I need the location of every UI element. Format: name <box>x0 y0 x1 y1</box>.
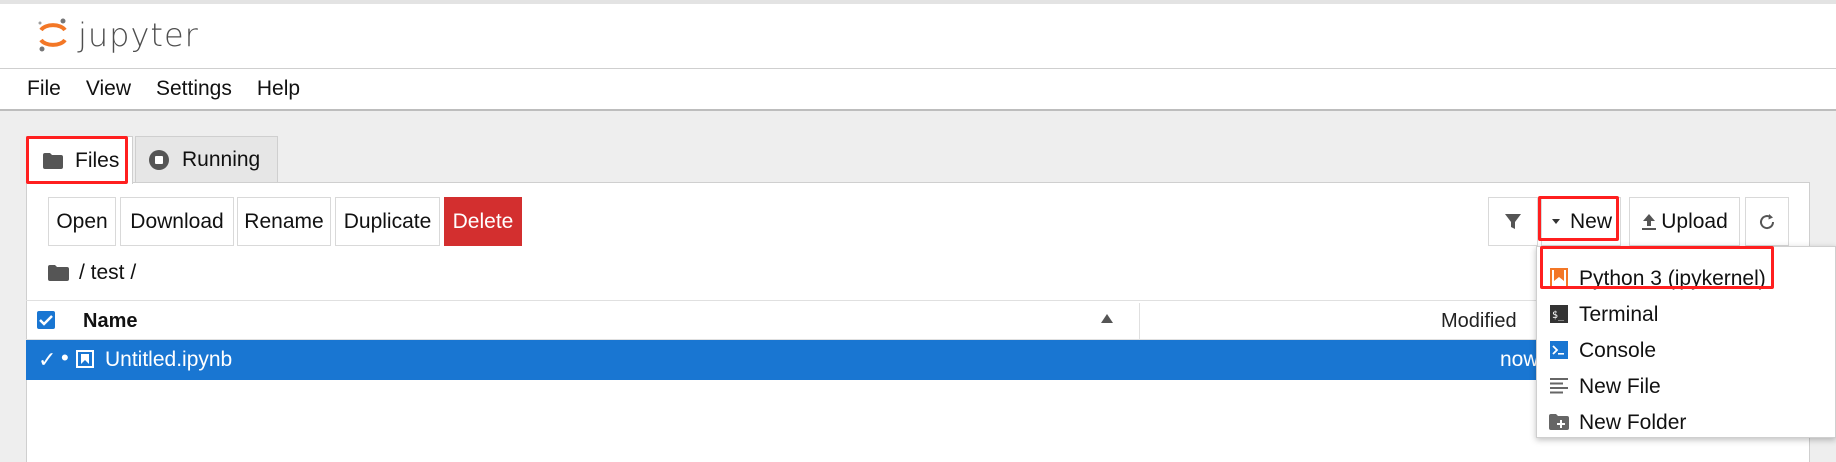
filter-icon <box>1505 213 1521 229</box>
menu-item-label: New Folder <box>1579 411 1687 434</box>
menu-item-label: Console <box>1579 339 1657 362</box>
file-name[interactable]: Untitled.ipynb <box>105 348 232 372</box>
tab-running[interactable]: Running <box>135 136 278 183</box>
column-divider[interactable] <box>1139 303 1140 339</box>
caret-down-icon <box>1551 218 1560 224</box>
breadcrumb: / test / <box>48 258 136 288</box>
running-dot-icon: • <box>61 345 69 370</box>
select-all-checkbox[interactable] <box>37 311 55 329</box>
new-folder-icon <box>1549 412 1569 432</box>
file-list-header: Name Modified <box>26 300 1536 340</box>
selected-check-icon[interactable]: ✓ <box>38 347 56 373</box>
file-modified: now <box>1500 348 1539 371</box>
svg-text:$_: $_ <box>1552 310 1565 321</box>
column-header-modified[interactable]: Modified <box>1441 310 1517 333</box>
filter-button[interactable] <box>1488 197 1538 246</box>
upload-icon <box>1642 213 1657 230</box>
new-button[interactable]: New <box>1541 197 1621 246</box>
top-header: jupyter <box>0 0 1836 68</box>
notebook-icon <box>1549 268 1569 288</box>
menu-item-label: Terminal <box>1579 303 1659 326</box>
breadcrumb-path[interactable]: / test / <box>79 261 136 285</box>
checkmark-icon <box>39 315 53 326</box>
menu-view[interactable]: View <box>86 77 131 101</box>
notebook-icon <box>76 350 94 373</box>
download-button[interactable]: Download <box>120 197 234 246</box>
menu-file[interactable]: File <box>27 77 61 101</box>
delete-button[interactable]: Delete <box>444 197 522 246</box>
upload-button-label: Upload <box>1661 209 1728 233</box>
menu-item-label: Python 3 (ipykernel) <box>1579 267 1766 290</box>
table-row[interactable]: ✓ • Untitled.ipynb now <box>26 340 1539 380</box>
folder-icon[interactable] <box>48 265 69 281</box>
stop-circle-icon <box>148 149 170 171</box>
tab-files-label: Files <box>75 148 120 172</box>
column-header-name[interactable]: Name <box>83 310 137 333</box>
menu-item-new-folder[interactable]: New Folder <box>1537 405 1836 441</box>
menubar: File View Settings Help <box>0 68 1836 111</box>
folder-icon <box>43 152 63 169</box>
menu-settings[interactable]: Settings <box>156 77 232 101</box>
terminal-icon: $_ <box>1549 304 1569 324</box>
menu-item-new-file[interactable]: New File <box>1537 369 1836 405</box>
upload-button[interactable]: Upload <box>1629 197 1740 246</box>
menu-item-label: New File <box>1579 375 1661 398</box>
refresh-button[interactable] <box>1745 197 1789 246</box>
logo-text: jupyter <box>78 16 199 54</box>
menu-item-terminal[interactable]: $_ Terminal <box>1537 297 1836 333</box>
duplicate-button[interactable]: Duplicate <box>335 197 440 246</box>
jupyter-logo-icon <box>38 18 67 52</box>
menu-help[interactable]: Help <box>257 77 300 101</box>
tab-files[interactable]: Files <box>26 136 133 184</box>
tab-running-label: Running <box>182 148 261 171</box>
sort-ascending-icon[interactable] <box>1101 314 1113 323</box>
refresh-icon <box>1760 213 1775 229</box>
new-button-label: New <box>1569 209 1612 233</box>
new-dropdown-menu: Python 3 (ipykernel) $_ Terminal Console… <box>1536 246 1836 438</box>
console-icon <box>1549 340 1569 360</box>
text-file-icon <box>1549 376 1569 396</box>
menu-item-console[interactable]: Console <box>1537 333 1836 369</box>
menu-item-python3-notebook[interactable]: Python 3 (ipykernel) <box>1537 261 1836 297</box>
rename-button[interactable]: Rename <box>237 197 331 246</box>
open-button[interactable]: Open <box>48 197 116 246</box>
jupyter-logo[interactable]: jupyter <box>36 16 199 54</box>
